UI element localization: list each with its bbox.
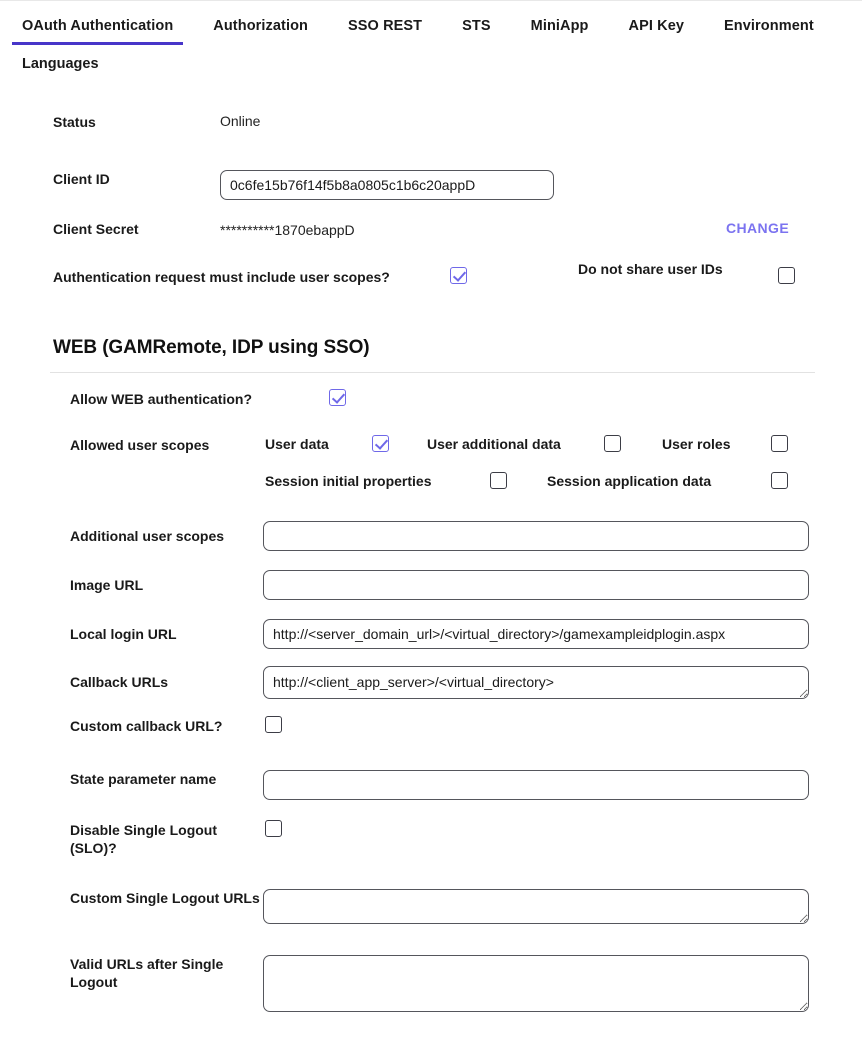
tab-miniapp[interactable]: MiniApp bbox=[521, 1, 599, 45]
client-id-input[interactable] bbox=[220, 170, 554, 200]
row-auth-request-scopes: Authentication request must include user… bbox=[0, 261, 862, 323]
scope-session-application-data-label: Session application data bbox=[547, 473, 712, 489]
tab-sso-rest[interactable]: SSO REST bbox=[338, 1, 432, 45]
custom-callback-url-checkbox[interactable] bbox=[265, 716, 282, 733]
scope-user-data-checkbox[interactable] bbox=[372, 435, 389, 452]
no-share-user-ids-checkbox[interactable] bbox=[778, 267, 795, 284]
additional-user-scopes-input[interactable] bbox=[263, 521, 809, 551]
additional-user-scopes-label: Additional user scopes bbox=[70, 528, 225, 544]
client-id-label: Client ID bbox=[53, 171, 110, 187]
row-callback-urls: Callback URLs bbox=[0, 658, 862, 705]
scope-session-initial-properties-checkbox[interactable] bbox=[490, 472, 507, 489]
tab-languages[interactable]: Languages bbox=[12, 48, 109, 84]
scope-session-initial-properties-label: Session initial properties bbox=[265, 473, 432, 489]
sub-tabbar: Languages bbox=[0, 48, 862, 84]
status-value: Online bbox=[220, 113, 261, 129]
oauth-settings-form: Status Online Client ID Client Secret **… bbox=[0, 84, 862, 1012]
row-local-login-url: Local login URL bbox=[0, 609, 862, 658]
web-section: WEB (GAMRemote, IDP using SSO) bbox=[0, 337, 862, 373]
web-section-title: WEB (GAMRemote, IDP using SSO) bbox=[53, 337, 370, 358]
row-image-url: Image URL bbox=[0, 560, 862, 609]
no-share-user-ids-label: Do not share user IDs bbox=[578, 261, 723, 277]
allowed-user-scopes-label: Allowed user scopes bbox=[70, 437, 210, 453]
state-parameter-name-input[interactable] bbox=[263, 770, 809, 800]
scope-user-data-label: User data bbox=[265, 436, 329, 452]
row-custom-single-logout-urls: Custom Single Logout URLs bbox=[0, 878, 862, 944]
client-secret-value: **********1870ebappD bbox=[220, 222, 355, 238]
local-login-url-label: Local login URL bbox=[70, 626, 177, 642]
callback-urls-textarea[interactable] bbox=[263, 666, 809, 699]
row-client-secret: Client Secret **********1870ebappD CHANG… bbox=[0, 211, 862, 261]
status-label: Status bbox=[53, 114, 96, 130]
allow-web-auth-checkbox[interactable] bbox=[329, 389, 346, 406]
state-parameter-name-label: State parameter name bbox=[70, 771, 217, 787]
scope-user-roles-label: User roles bbox=[662, 436, 731, 452]
valid-urls-after-single-logout-textarea[interactable] bbox=[263, 955, 809, 1012]
scope-user-roles-checkbox[interactable] bbox=[771, 435, 788, 452]
disable-single-logout-label: Disable Single Logout (SLO)? bbox=[70, 822, 218, 856]
main-tabbar: OAuth Authentication Authorization SSO R… bbox=[0, 1, 862, 48]
scope-session-application-data-checkbox[interactable] bbox=[771, 472, 788, 489]
row-status: Status Online bbox=[0, 106, 862, 160]
tab-environment[interactable]: Environment bbox=[714, 1, 824, 45]
valid-urls-after-single-logout-label: Valid URLs after Single Logout bbox=[70, 956, 224, 990]
row-custom-callback-url: Custom callback URL? bbox=[0, 705, 862, 759]
tab-authorization[interactable]: Authorization bbox=[203, 1, 318, 45]
scope-user-additional-data-checkbox[interactable] bbox=[604, 435, 621, 452]
client-secret-label: Client Secret bbox=[53, 221, 139, 237]
allow-web-auth-label: Allow WEB authentication? bbox=[70, 391, 252, 407]
row-disable-single-logout: Disable Single Logout (SLO)? bbox=[0, 810, 862, 878]
row-state-parameter-name: State parameter name bbox=[0, 759, 862, 810]
tab-sts[interactable]: STS bbox=[452, 1, 501, 45]
row-allowed-user-scopes-2: Session initial properties Session appli… bbox=[0, 465, 862, 511]
tab-oauth-authentication[interactable]: OAuth Authentication bbox=[12, 1, 184, 45]
change-secret-link[interactable]: CHANGE bbox=[726, 220, 789, 236]
local-login-url-input[interactable] bbox=[263, 619, 809, 649]
row-additional-user-scopes: Additional user scopes bbox=[0, 511, 862, 560]
image-url-label: Image URL bbox=[70, 577, 144, 593]
image-url-input[interactable] bbox=[263, 570, 809, 600]
row-allowed-user-scopes: Allowed user scopes User data User addit… bbox=[0, 428, 862, 465]
custom-single-logout-urls-label: Custom Single Logout URLs bbox=[70, 890, 260, 906]
custom-single-logout-urls-textarea[interactable] bbox=[263, 889, 809, 924]
scope-user-additional-data-label: User additional data bbox=[427, 436, 561, 452]
callback-urls-label: Callback URLs bbox=[70, 674, 169, 690]
row-allow-web-auth: Allow WEB authentication? bbox=[0, 373, 862, 428]
tab-api-key[interactable]: API Key bbox=[619, 1, 695, 45]
auth-request-scopes-label: Authentication request must include user… bbox=[53, 269, 390, 285]
row-client-id: Client ID bbox=[0, 160, 862, 211]
disable-single-logout-checkbox[interactable] bbox=[265, 820, 282, 837]
auth-request-scopes-checkbox[interactable] bbox=[450, 267, 467, 284]
row-valid-urls-after-single-logout: Valid URLs after Single Logout bbox=[0, 944, 862, 1012]
custom-callback-url-label: Custom callback URL? bbox=[70, 718, 223, 734]
